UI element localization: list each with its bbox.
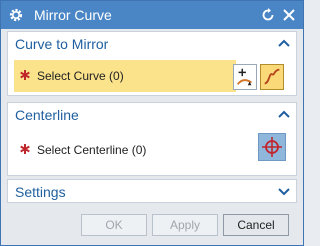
centerline-section: Centerline Select Centerline (0)	[7, 102, 297, 176]
close-icon[interactable]	[281, 7, 297, 23]
required-asterisk-icon	[20, 70, 30, 80]
cancel-button[interactable]: Cancel	[223, 214, 289, 236]
curve-to-mirror-section: Curve to Mirror Select Curve (0)	[7, 31, 297, 96]
chevron-up-icon[interactable]	[278, 109, 290, 119]
curve-rule-icon	[236, 68, 252, 86]
centerline-header[interactable]: Centerline	[8, 103, 296, 127]
section-title: Curve to Mirror	[15, 36, 109, 52]
crosshair-button[interactable]	[258, 133, 286, 161]
curve-rule-button[interactable]	[233, 64, 257, 90]
spline-button[interactable]	[260, 64, 284, 90]
section-title: Centerline	[15, 107, 79, 123]
select-curve-row[interactable]: Select Curve (0)	[14, 60, 236, 92]
ok-button[interactable]: OK	[81, 214, 147, 236]
crosshair-icon	[262, 137, 282, 157]
select-curve-label: Select Curve (0)	[37, 69, 124, 83]
apply-button[interactable]: Apply	[152, 214, 218, 236]
settings-header[interactable]: Settings	[8, 180, 296, 204]
mirror-curve-dialog: Mirror Curve Curve to Mirror Select Curv…	[0, 0, 304, 246]
curve-to-mirror-header[interactable]: Curve to Mirror	[8, 32, 296, 56]
spline-icon	[264, 68, 280, 85]
gear-icon	[9, 8, 23, 22]
chevron-down-icon[interactable]	[278, 186, 290, 196]
select-centerline-label: Select Centerline (0)	[37, 143, 147, 157]
title-bar[interactable]: Mirror Curve	[1, 1, 303, 29]
chevron-up-icon[interactable]	[278, 38, 290, 48]
reset-icon[interactable]	[260, 7, 276, 23]
dialog-title: Mirror Curve	[34, 7, 112, 23]
select-centerline-row[interactable]: Select Centerline (0)	[14, 134, 236, 166]
required-asterisk-icon	[20, 144, 30, 154]
settings-section[interactable]: Settings	[7, 179, 297, 203]
section-title: Settings	[15, 184, 66, 200]
